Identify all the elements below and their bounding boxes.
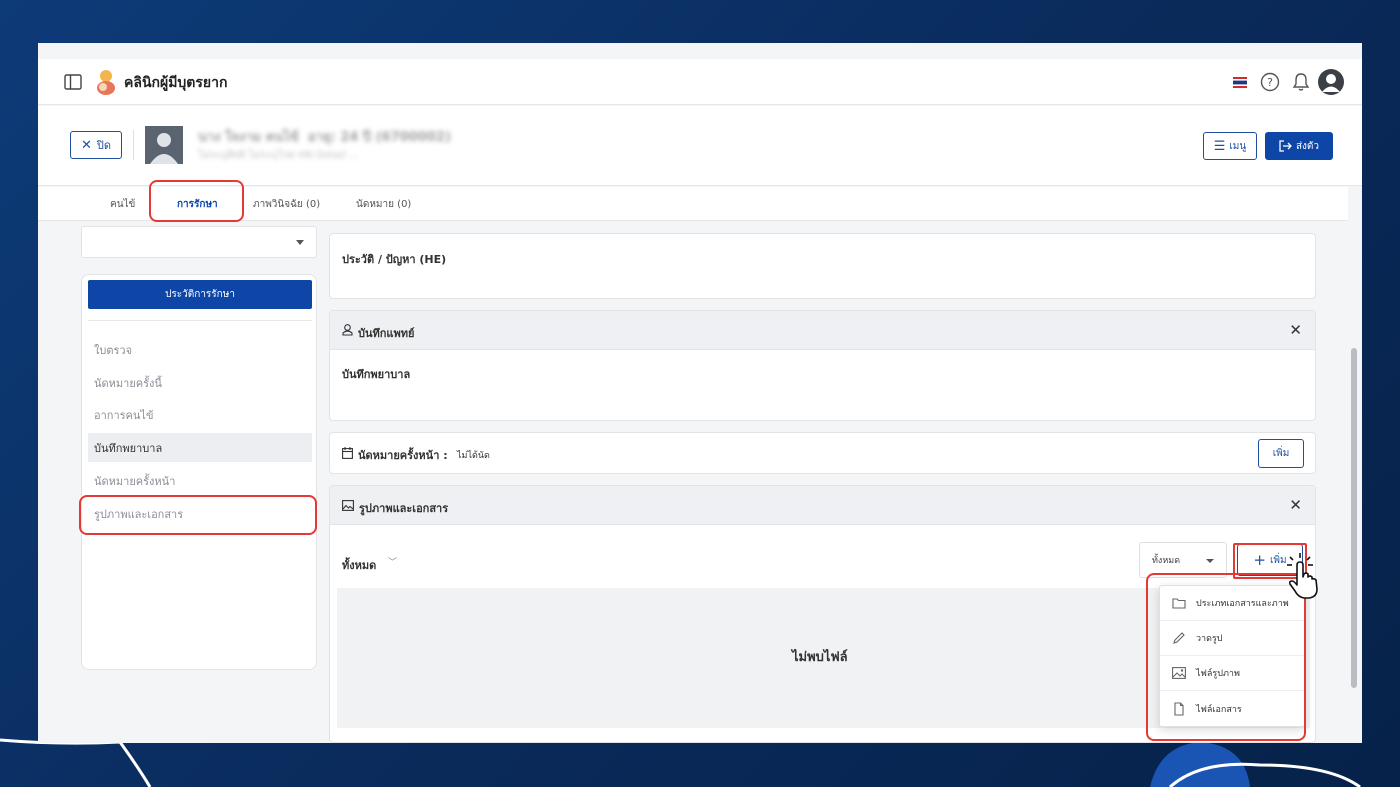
- chevron-down-icon[interactable]: ﹀: [388, 555, 397, 568]
- send-button-label: ส่งตัว: [1295, 140, 1320, 152]
- menu-button-label: เมนู: [1229, 140, 1247, 152]
- patient-photo: [145, 126, 183, 164]
- nav-item-current-appointment[interactable]: นัดหมายครั้งนี้: [88, 368, 312, 397]
- user-avatar-icon[interactable]: [1318, 69, 1344, 95]
- clinic-logo-icon: [97, 70, 115, 95]
- tab-appointments[interactable]: นัดหมาย (0): [356, 197, 411, 212]
- menu-button[interactable]: ☰ เมนู: [1203, 132, 1257, 160]
- highlight-images-nav: [79, 495, 317, 535]
- patient-header: ✕ ปิด นาง ใจงาม คนไข้ อายุ: 24 ปี (67000…: [38, 106, 1362, 186]
- highlight-dropdown: [1146, 573, 1306, 741]
- card-header: [330, 486, 1315, 525]
- history-card: ประวัติ / ปัญหา (HE): [329, 233, 1316, 299]
- tab-patient[interactable]: คนไข้: [110, 197, 135, 212]
- sidebar-toggle-icon[interactable]: [64, 74, 82, 90]
- next-appointment-card: นัดหมายครั้งหน้า : ไม่ได้นัด เพิ่ม: [329, 432, 1316, 474]
- hand-cursor-icon: [1287, 553, 1318, 599]
- close-button-label: ปิด: [96, 139, 112, 152]
- history-card-title: ประวัติ / ปัญหา (HE): [342, 253, 447, 266]
- nav-item-nurse-notes[interactable]: บันทึกพยาบาล: [88, 433, 312, 462]
- divider: [88, 320, 312, 321]
- patient-info-blurred: นาง ใจงาม คนไข้ อายุ: 24 ปี (6700002) ไม…: [188, 120, 478, 176]
- user-icon: [342, 324, 353, 336]
- sign-out-icon: [1279, 140, 1292, 152]
- close-icon: ✕: [80, 137, 92, 153]
- notification-bell-icon[interactable]: [1292, 72, 1310, 92]
- scrollbar[interactable]: [1351, 348, 1357, 688]
- treatment-history-button[interactable]: ประวัติการรักษา: [88, 280, 312, 309]
- images-card-title: รูปภาพและเอกสาร: [359, 502, 449, 515]
- doctor-notes-title: บันทึกแพทย์: [358, 327, 415, 340]
- highlight-treatment-tab: [149, 180, 244, 222]
- doctor-notes-card: บันทึกแพทย์ ✕ บันทึกพยาบาล: [329, 310, 1316, 421]
- empty-state-text: ไม่พบไฟล์: [792, 650, 848, 665]
- patient-sub-info: ไม่ระบุสิทธิ ไม่ระบุโรค HN Detail ...: [198, 150, 359, 161]
- thai-flag-icon[interactable]: [1233, 77, 1247, 88]
- tab-diagnostic-images[interactable]: ภาพวินิจฉัย (0): [253, 197, 320, 212]
- patient-name: นาง ใจงาม คนไข้ อายุ: 24 ปี (6700002): [198, 130, 451, 145]
- hamburger-icon: ☰: [1213, 138, 1226, 154]
- nav-item-exam-sheet[interactable]: ใบตรวจ: [88, 335, 312, 364]
- nav-item-next-appointment[interactable]: นัดหมายครั้งหน้า: [88, 466, 312, 495]
- appointment-status: ไม่ได้นัด: [457, 451, 490, 461]
- close-icon[interactable]: ✕: [1289, 496, 1302, 514]
- add-appointment-button[interactable]: เพิ่ม: [1258, 439, 1304, 468]
- nav-item-patient-symptoms[interactable]: อาการคนไข้: [88, 400, 312, 429]
- file-type-select-value: ทั้งหมด: [1152, 556, 1181, 566]
- top-bar: คลินิกผู้มีบุตรยาก ?: [38, 59, 1362, 105]
- svg-text:?: ?: [1267, 76, 1273, 89]
- next-appointment-title: นัดหมายครั้งหน้า :: [358, 449, 448, 462]
- close-button[interactable]: ✕ ปิด: [70, 131, 122, 159]
- nurse-notes-heading: บันทึกพยาบาล: [342, 368, 411, 381]
- image-icon: [342, 500, 354, 511]
- close-icon[interactable]: ✕: [1289, 321, 1302, 339]
- filter-all-label[interactable]: ทั้งหมด: [342, 556, 376, 574]
- card-header: [330, 311, 1315, 350]
- chevron-down-icon: [296, 240, 304, 245]
- calendar-icon: [342, 447, 353, 459]
- left-nav-panel: ประวัติการรักษา ใบตรวจ นัดหมายครั้งนี้ อ…: [81, 274, 317, 670]
- help-icon[interactable]: ?: [1260, 72, 1280, 92]
- visit-select[interactable]: [81, 226, 317, 258]
- app-screen: คลินิกผู้มีบุตรยาก ? ✕ ปิด นาง ใจงาม คนไ…: [38, 43, 1362, 743]
- divider: [133, 130, 134, 160]
- app-title: คลินิกผู้มีบุตรยาก: [124, 75, 228, 91]
- send-button[interactable]: ส่งตัว: [1265, 132, 1333, 160]
- chevron-down-icon: [1206, 559, 1214, 563]
